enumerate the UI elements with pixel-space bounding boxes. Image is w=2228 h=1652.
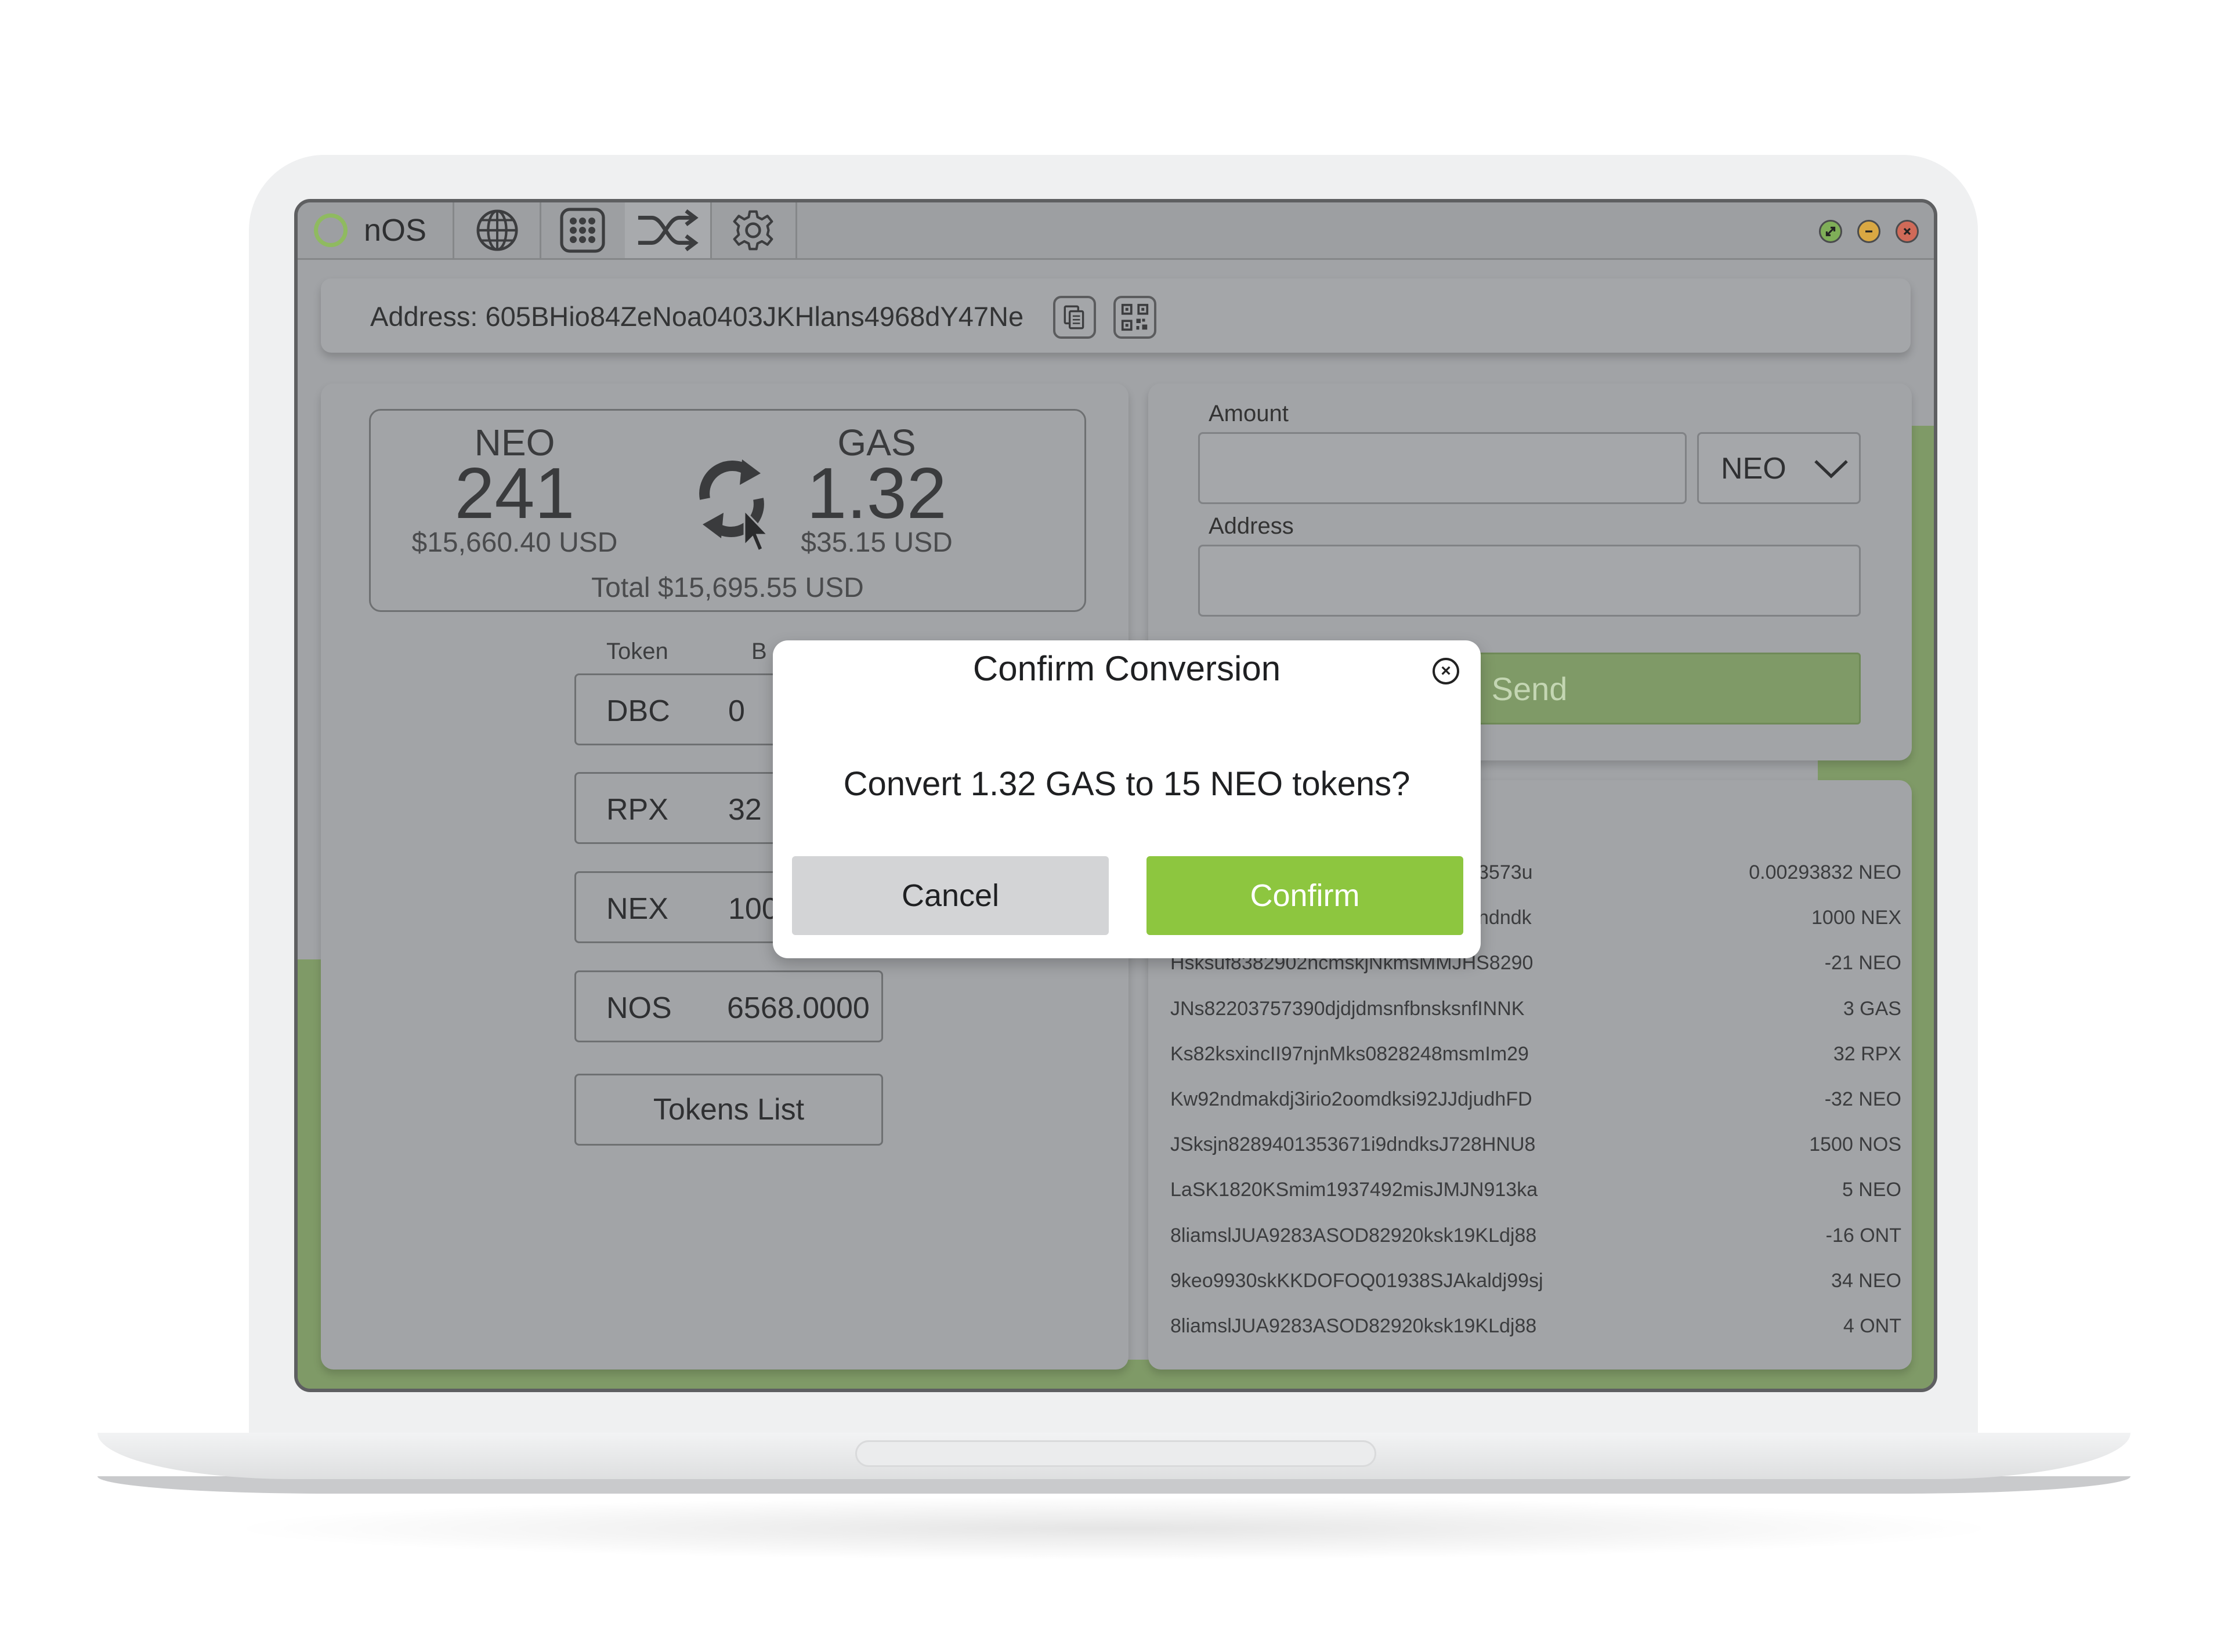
address-input[interactable]: [1198, 545, 1861, 617]
token-symbol: NEX: [606, 892, 668, 926]
token-balance: 6568.0000: [727, 991, 870, 1025]
balance-column-header: B: [751, 639, 767, 664]
tab-settings[interactable]: [710, 202, 797, 258]
maximize-button[interactable]: [1819, 220, 1842, 243]
transaction-amount: 5 NEO: [1842, 1179, 1901, 1201]
address-label: Address: [1209, 513, 1294, 539]
transaction-row[interactable]: 8liamslJUA9283ASOD82920ksk19KLdj88 4 ONT: [1170, 1315, 1901, 1360]
token-balance: 0: [728, 694, 745, 728]
gear-icon: [733, 210, 773, 251]
app-window: nOS Address: 605BHio84ZeNoa0403JKHlans49…: [294, 199, 1937, 1392]
token-balance: 32: [728, 793, 762, 827]
globe-icon: [476, 209, 518, 251]
dialog-close-button[interactable]: ×: [1433, 658, 1459, 684]
transaction-amount: 1500 NOS: [1809, 1133, 1901, 1156]
chevron-down-icon: [1814, 460, 1848, 479]
transaction-row[interactable]: JSksjn8289401353671i9dndksJ728HNU8 1500 N…: [1170, 1133, 1901, 1179]
close-icon: ×: [1441, 661, 1451, 680]
transaction-id: 9keo9930skKKDOFOQ01938SJAkaldj99sj: [1170, 1269, 1543, 1292]
transaction-row[interactable]: 8liamslJUA9283ASOD82920ksk19KLdj88 -16 ON…: [1170, 1224, 1901, 1270]
transaction-amount: 4 ONT: [1843, 1315, 1901, 1337]
neo-amount: 241: [454, 454, 575, 534]
transaction-row[interactable]: Kw92ndmakdj3irio2oomdksi92JJdjudhFD -32 N…: [1170, 1088, 1901, 1133]
wallet-address: Address: 605BHio84ZeNoa0403JKHlans4968dY…: [370, 301, 1024, 332]
transaction-row[interactable]: Hsksuf8382902ncmskjNkmsMMJHS8290 -21 NEO: [1170, 952, 1901, 997]
close-window-button[interactable]: [1896, 220, 1919, 243]
copy-address-button[interactable]: [1053, 296, 1096, 339]
asset-select-value: NEO: [1721, 452, 1786, 486]
tab-apps[interactable]: [540, 202, 627, 258]
apps-grid-icon: [559, 208, 605, 253]
token-balance: 100: [728, 892, 779, 926]
gas-usd-value: $35.15 USD: [801, 527, 953, 558]
transaction-row[interactable]: Ks82ksxincII97njnMks0828248msmIm29 32 RPX: [1170, 1043, 1901, 1088]
transaction-id: 3573u: [1478, 861, 1533, 883]
transaction-amount: 32 RPX: [1833, 1042, 1901, 1065]
close-icon: [1903, 227, 1911, 236]
title-bar: nOS: [298, 202, 1934, 260]
copy-icon: [1064, 305, 1084, 329]
transaction-id: JSksjn8289401353671i9dndksJ728HNU8: [1170, 1133, 1536, 1156]
transaction-amount: -32 NEO: [1824, 1088, 1901, 1110]
transaction-amount: 0.00293832 NEO: [1749, 861, 1901, 883]
transaction-amount: 1000 NEX: [1811, 907, 1901, 929]
total-usd-value: Total $15,695.55 USD: [591, 573, 864, 603]
dialog-title: Confirm Conversion: [972, 649, 1281, 688]
minimize-button[interactable]: [1857, 220, 1880, 243]
transaction-id: Ks82ksxincII97njnMks0828248msmIm29: [1170, 1042, 1529, 1065]
amount-label: Amount: [1209, 401, 1289, 426]
confirm-button[interactable]: Confirm: [1146, 856, 1463, 935]
gas-amount: 1.32: [806, 454, 947, 534]
transaction-id: JNs82203757390djdjdmsnfbnsksnfINNK: [1170, 997, 1525, 1020]
dialog-message: Convert 1.32 GAS to 15 NEO tokens?: [843, 765, 1410, 803]
transaction-row[interactable]: 9keo9930skKKDOFOQ01938SJAkaldj99sj 34 NEO: [1170, 1270, 1901, 1315]
shuffle-icon: [638, 209, 699, 252]
transaction-id: Kw92ndmakdj3irio2oomdksi92JJdjudhFD: [1170, 1088, 1532, 1110]
amount-input[interactable]: [1198, 432, 1687, 504]
token-row[interactable]: NOS 6568.0000: [574, 970, 883, 1042]
nos-logo-icon: [314, 213, 348, 247]
laptop-shadow: [220, 1497, 2008, 1560]
laptop-trackpad-notch: [855, 1440, 1376, 1467]
transaction-id: ndndk: [1478, 907, 1532, 929]
transaction-amount: -21 NEO: [1824, 952, 1901, 974]
neo-usd-value: $15,660.40 USD: [411, 527, 618, 558]
transaction-amount: -16 ONT: [1825, 1224, 1901, 1247]
token-column-header: Token: [606, 639, 668, 664]
asset-select[interactable]: NEO: [1697, 432, 1861, 504]
confirm-conversion-dialog: Confirm Conversion × Convert 1.32 GAS to…: [773, 640, 1481, 958]
tab-exchange[interactable]: [625, 202, 712, 258]
transaction-row[interactable]: LaSK1820KSmim1937492misJMJN913ka 5 NEO: [1170, 1179, 1901, 1224]
cancel-button[interactable]: Cancel: [792, 856, 1109, 935]
token-symbol: RPX: [606, 793, 668, 827]
qr-code-icon: [1121, 303, 1149, 331]
transaction-row[interactable]: JNs82203757390djdjdmsnfbnsksnfINNK 3 GAS: [1170, 998, 1901, 1043]
address-bar: Address: 605BHio84ZeNoa0403JKHlans4968dY…: [321, 278, 1911, 353]
balance-summary: NEO 241 $15,660.40 USD GAS 1.32 $35.15 U…: [369, 409, 1086, 612]
qr-code-button[interactable]: [1113, 296, 1156, 339]
token-symbol: NOS: [606, 991, 672, 1025]
expand-icon: [1825, 226, 1836, 237]
minimize-icon: [1865, 230, 1872, 233]
tokens-list-button[interactable]: Tokens List: [574, 1074, 883, 1146]
tab-home[interactable]: nOS: [298, 202, 454, 258]
transaction-amount: 3 GAS: [1843, 997, 1901, 1020]
transaction-amount: 34 NEO: [1831, 1269, 1901, 1292]
app-name: nOS: [364, 213, 427, 248]
transaction-id: 8liamslJUA9283ASOD82920ksk19KLdj88: [1170, 1315, 1537, 1337]
transaction-id: LaSK1820KSmim1937492misJMJN913ka: [1170, 1179, 1538, 1201]
transaction-id: 8liamslJUA9283ASOD82920ksk19KLdj88: [1170, 1224, 1537, 1247]
tab-browser[interactable]: [454, 202, 541, 258]
token-symbol: DBC: [606, 694, 670, 728]
